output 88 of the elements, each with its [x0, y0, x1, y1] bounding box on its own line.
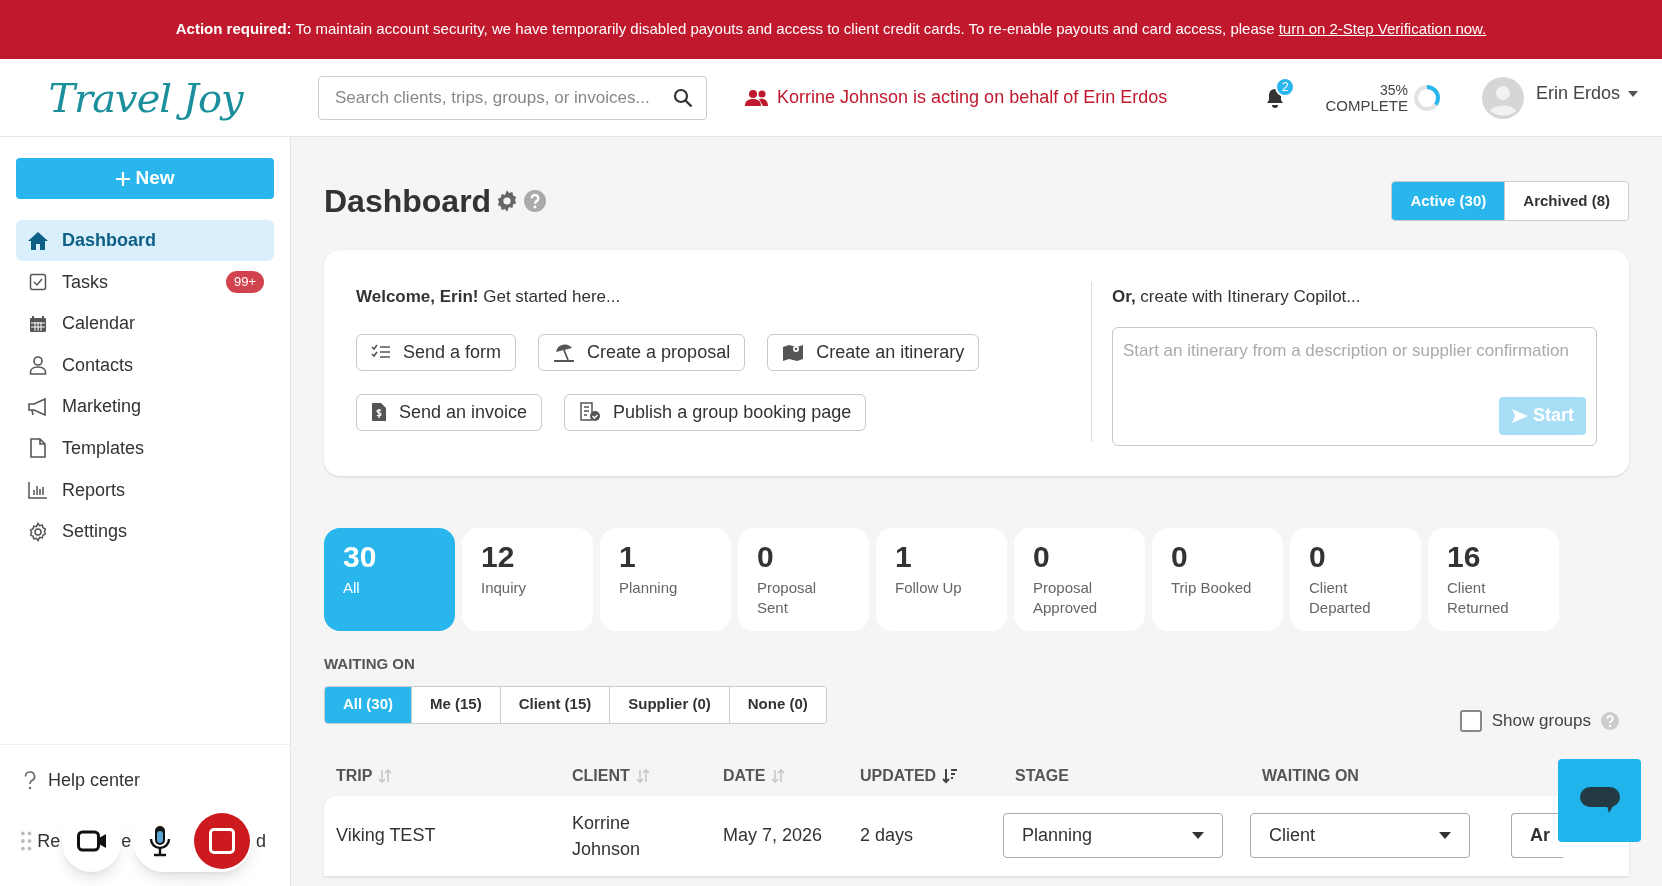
archive-button[interactable]: Ar — [1511, 813, 1563, 858]
people-icon — [745, 88, 769, 107]
video-camera-icon — [76, 830, 107, 852]
copilot-text: Or, create with Itinerary Copilot... — [1112, 286, 1362, 308]
sidebar-item[interactable]: Marketing — [16, 386, 274, 428]
alert-text: Action required: To maintain account security, we have temporarily disabled payouts and access to client credit cards. To re-enable payouts and card access, please — [175, 19, 1275, 40]
stop-icon — [209, 828, 235, 854]
progress-percent: 35% — [1379, 82, 1408, 98]
filter-tab[interactable]: Me (15) — [411, 686, 500, 723]
stage-card[interactable]: 0 Proposal Sent — [738, 528, 869, 631]
column-header[interactable]: CLIENT — [572, 763, 630, 788]
column-header[interactable]: UPDATED — [860, 763, 937, 788]
sidebar-item[interactable]: Templates — [16, 427, 274, 469]
column-header: WAITING ON — [1262, 765, 1359, 786]
stop-button[interactable] — [194, 813, 250, 869]
stage-card[interactable]: 0 Client Departed — [1290, 528, 1421, 631]
stage-card[interactable]: 16 Client Returned — [1428, 528, 1559, 631]
question-icon — [24, 770, 36, 791]
table-cell-text: Korrine Johnson — [572, 811, 642, 861]
plus-icon — [115, 170, 132, 187]
person-icon — [29, 355, 47, 376]
stage-card[interactable]: 12 Inquiry — [462, 528, 593, 631]
acting-notice: Korrine Johnson is acting on behalf of Erin Erdos — [777, 86, 1168, 109]
send-icon — [1511, 407, 1529, 424]
welcome-text: Welcome, Erin! Get started here... — [356, 286, 622, 308]
sidebar-item[interactable]: Calendar — [16, 303, 274, 345]
column-header[interactable]: DATE — [723, 763, 766, 788]
sidebar-item[interactable]: Reports — [16, 469, 274, 511]
page-title: Dashboard — [324, 182, 492, 221]
table-cell: Viking TEST — [336, 825, 436, 845]
search-field[interactable]: Search clients, trips, groups, or invoices... — [318, 75, 707, 120]
table-row[interactable]: Viking TEST Korrine Johnson May 7, 2026 2 days Planning Client Ar — [324, 795, 1629, 876]
calendar-icon — [29, 314, 47, 333]
filter-tab[interactable]: Client (15) — [499, 686, 610, 723]
stage-card[interactable]: 1 Follow Up — [876, 528, 1007, 631]
section-label: WAITING ON — [324, 654, 416, 674]
notification-badge: 2 — [1275, 76, 1296, 97]
sidebar-text: d — [256, 829, 266, 853]
logo[interactable]: Travel Joy — [48, 67, 243, 128]
document-check-icon — [579, 402, 602, 422]
chat-button[interactable] — [1558, 759, 1641, 842]
checkbox-label: Show groups — [1491, 710, 1591, 732]
filter-tab[interactable]: Supplier (0) — [609, 686, 729, 723]
stage-card[interactable]: 0 Trip Booked — [1152, 528, 1283, 631]
microphone-icon[interactable] — [149, 825, 172, 857]
table-cell: May 7, 2026 — [723, 825, 823, 845]
view-tab[interactable]: Archived (8) — [1504, 182, 1628, 220]
filter-tab[interactable]: None (0) — [728, 686, 826, 723]
sort-icon[interactable] — [942, 767, 959, 784]
document-icon — [30, 438, 46, 459]
caret-icon — [1628, 90, 1638, 97]
progress-label: COMPLETE — [1325, 97, 1408, 113]
column-header: STAGE — [1015, 765, 1069, 786]
stage-card[interactable]: 1 Planning — [600, 528, 731, 631]
megaphone-icon — [27, 397, 49, 416]
sidebar-text: e — [121, 829, 132, 853]
action-button[interactable]: Create a proposal — [538, 333, 746, 371]
map-icon — [782, 342, 805, 362]
checkbox-icon — [29, 273, 47, 292]
caret-icon — [1439, 832, 1451, 839]
invoice-icon — [371, 402, 387, 422]
column-header[interactable]: TRIP — [336, 763, 373, 788]
sidebar-item[interactable]: Dashboard — [16, 220, 274, 261]
dropdown[interactable]: Planning — [1003, 813, 1223, 858]
sidebar-item[interactable]: Settings — [16, 511, 274, 553]
dropdown[interactable]: Client — [1250, 813, 1470, 858]
checklist-icon — [371, 344, 391, 360]
action-button[interactable]: Send a form — [356, 333, 517, 371]
search-icon[interactable] — [673, 87, 693, 108]
table-cell: 2 days — [860, 825, 914, 845]
home-icon — [27, 230, 49, 251]
sidebar-text: Re — [37, 829, 61, 853]
bar-chart-icon — [28, 481, 48, 500]
action-button[interactable]: Send an invoice — [356, 393, 543, 431]
verification-link[interactable]: turn on 2-Step Verification now. — [1278, 18, 1487, 41]
action-button[interactable]: Create an itinerary — [767, 333, 980, 371]
count-badge: 99+ — [225, 271, 264, 293]
drag-handle-icon[interactable] — [20, 830, 34, 852]
user-menu[interactable]: Erin Erdos — [1535, 80, 1638, 107]
sidebar-item[interactable]: Tasks 99+ — [16, 261, 274, 303]
caret-icon — [1192, 832, 1204, 839]
sidebar-item[interactable]: Contacts — [16, 344, 274, 386]
gear-icon — [28, 521, 48, 542]
stage-card[interactable]: 0 Proposal Approved — [1014, 528, 1145, 631]
checkbox[interactable] — [1459, 709, 1482, 732]
umbrella-icon — [553, 342, 576, 362]
action-button[interactable]: Publish a group booking page — [564, 393, 867, 431]
help-link[interactable]: Help center — [24, 767, 266, 794]
